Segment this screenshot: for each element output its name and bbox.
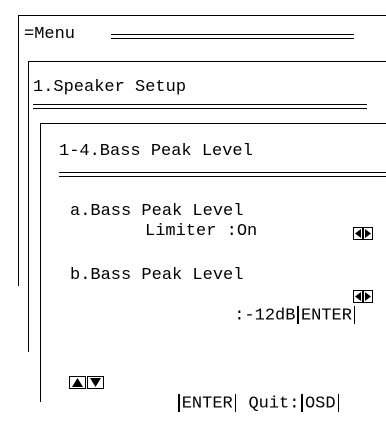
footer-quit-label: Quit: [248,394,300,414]
left-right-arrows-icon[interactable] [353,227,373,240]
item-b-value: :-12dB [234,306,296,326]
separator [337,394,340,412]
bass-peak-level-title: 1-4.Bass Peak Level [59,142,253,161]
item-a-label: a.Bass Peak Level [70,202,244,221]
item-b-enter[interactable]: ENTER [301,306,352,325]
item-b-label: b.Bass Peak Level [70,266,244,285]
separator [301,394,303,412]
speaker-setup-title-rule [33,104,367,109]
bass-peak-level-title-rule [59,172,386,177]
menu-title: =Menu [24,25,76,44]
footer-osd[interactable]: OSD [305,394,336,413]
separator [178,394,180,412]
up-down-arrows-icon[interactable] [69,376,105,389]
footer-controls: ENTER Quit: OSD [115,374,341,434]
bass-peak-level-panel: 1-4.Bass Peak Level a.Bass Peak Level Li… [40,123,386,413]
separator [353,306,356,324]
separator [297,306,299,324]
left-right-arrows-icon[interactable] [353,290,373,303]
footer-enter[interactable]: ENTER [182,394,233,413]
item-b-value-row: :-12dB ENTER [173,286,357,346]
speaker-setup-title: 1.Speaker Setup [33,78,187,97]
separator [234,394,237,412]
menu-title-rule [111,34,354,39]
item-a-value: Limiter :On [145,222,258,241]
